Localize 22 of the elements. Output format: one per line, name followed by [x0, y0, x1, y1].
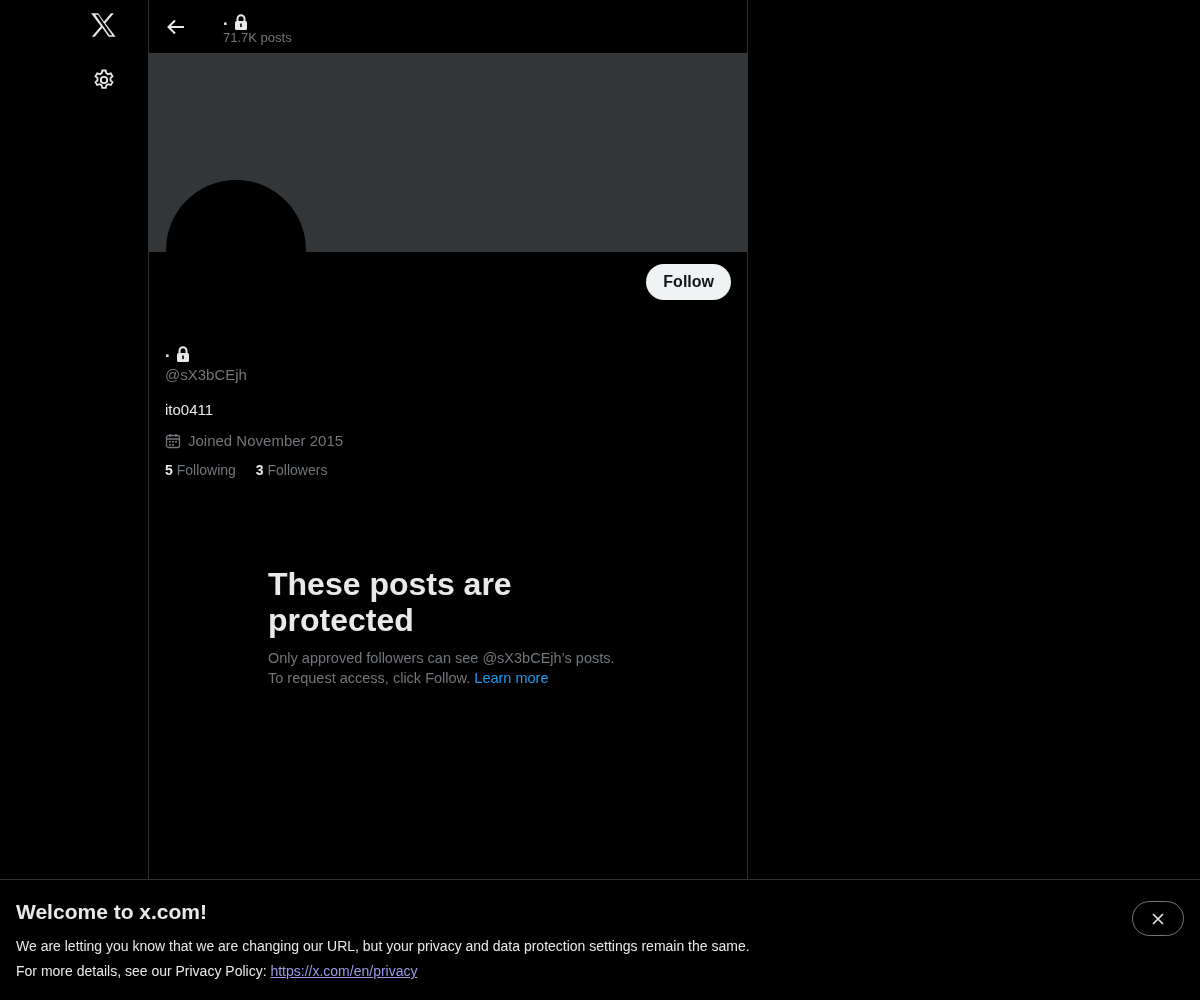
notice-heading: These posts are protected — [268, 566, 513, 638]
notice-text: Only approved followers can see @sX3bCEjh’s posts. To request access, click Follow. Learn more — [268, 649, 616, 688]
settings-icon[interactable] — [92, 68, 116, 92]
banner-text: We are letting you know that we are changing our URL, but your privacy and data protection settings remain the same. — [16, 937, 750, 956]
stat-link[interactable]: 5 Following — [165, 462, 236, 478]
stat-link[interactable]: 3 Followers — [255, 462, 328, 478]
follow-button[interactable]: Follow — [646, 264, 731, 300]
close-icon — [1152, 912, 1164, 925]
back-arrow-icon[interactable] — [167, 18, 185, 35]
profile-name: . — [165, 342, 170, 362]
learn-more-link[interactable]: Learn more — [474, 670, 549, 686]
profile-handle: @sX3bCEjh — [165, 366, 247, 383]
join-date: Joined November 2015 — [188, 432, 344, 449]
x-logo-icon[interactable] — [90, 12, 118, 38]
calendar-icon — [165, 432, 181, 449]
privacy-link[interactable]: https://x.com/en/privacy — [270, 963, 418, 979]
banner-title: Welcome to x.com! — [16, 900, 208, 924]
close-button[interactable] — [1132, 901, 1184, 936]
post-count: 71.7K posts — [223, 30, 292, 45]
profile-name: . — [223, 10, 228, 30]
banner-text: For more details, see our Privacy Policy: https://x.com/en/privacy — [16, 962, 419, 981]
profile-bio: ito0411 — [165, 401, 214, 418]
